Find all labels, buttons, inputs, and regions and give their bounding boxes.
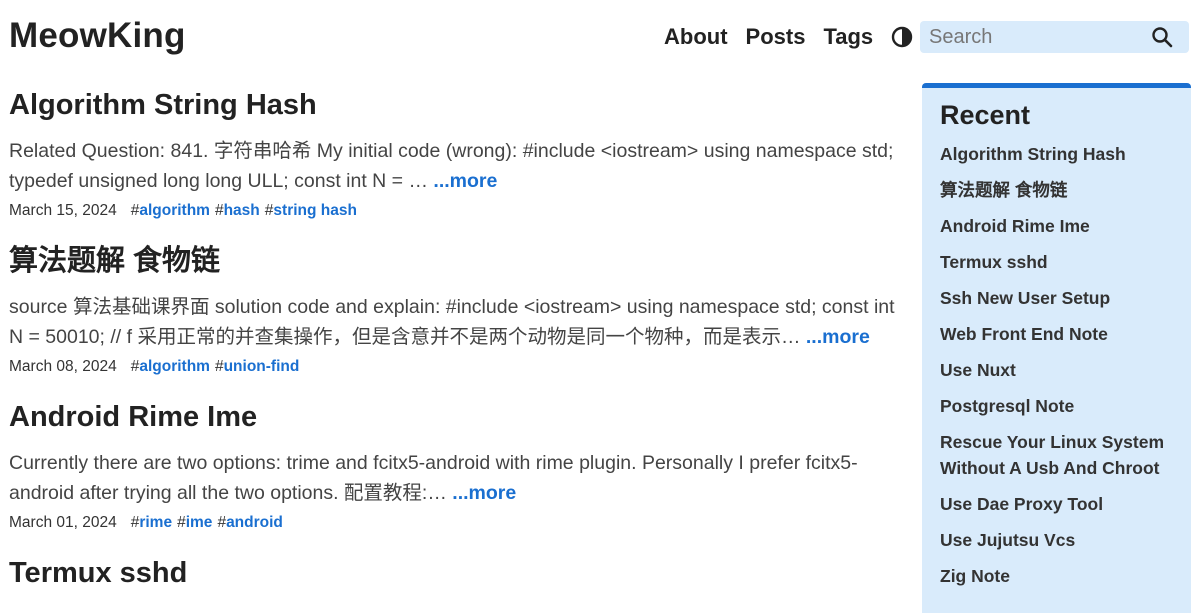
tag-link[interactable]: rime: [139, 514, 172, 531]
post-meta: March 15, 2024 #algorithm #hash #string …: [9, 202, 914, 220]
read-more-link[interactable]: ...more: [433, 170, 497, 192]
tag: #ime: [177, 514, 213, 531]
post-item: Termux sshd: [9, 556, 914, 590]
recent-item[interactable]: Rescue Your Linux System Without A Usb A…: [940, 429, 1173, 481]
nav-tags[interactable]: Tags: [823, 24, 873, 50]
tag: #android: [217, 514, 283, 531]
tag-link[interactable]: algorithm: [139, 358, 210, 375]
nav-about[interactable]: About: [664, 24, 728, 50]
post-summary: Currently there are two options: trime a…: [9, 448, 914, 508]
tag-link[interactable]: algorithm: [139, 202, 210, 219]
post-title[interactable]: Android Rime Ime: [9, 400, 914, 434]
recent-list: Algorithm String Hash 算法题解 食物链 Android R…: [940, 141, 1173, 589]
nav-posts[interactable]: Posts: [746, 24, 806, 50]
post-summary: Related Question: 841. 字符串哈希 My initial …: [9, 136, 914, 196]
recent-item[interactable]: Android Rime Ime: [940, 213, 1173, 239]
post-summary: source 算法基础课界面 solution code and explain…: [9, 292, 914, 352]
post-title[interactable]: 算法题解 食物链: [9, 244, 914, 278]
post-list: Algorithm String Hash Related Question: …: [9, 88, 914, 614]
post-meta: March 01, 2024 #rime #ime #android: [9, 514, 914, 532]
recent-item[interactable]: Zig Note: [940, 563, 1173, 589]
post-item: 算法题解 食物链 source 算法基础课界面 solution code an…: [9, 244, 914, 376]
read-more-link[interactable]: ...more: [452, 482, 516, 504]
post-meta: March 08, 2024 #algorithm #union-find: [9, 358, 914, 376]
tag-link[interactable]: union-find: [224, 358, 300, 375]
search-input[interactable]: [920, 22, 1149, 52]
recent-item[interactable]: Ssh New User Setup: [940, 285, 1173, 311]
tag-link[interactable]: ime: [186, 514, 213, 531]
post-item: Android Rime Ime Currently there are two…: [9, 400, 914, 532]
tag: #algorithm: [130, 202, 210, 219]
tag: #union-find: [214, 358, 300, 375]
search-icon[interactable]: [1151, 26, 1173, 48]
top-nav: About Posts Tags: [664, 24, 913, 50]
tag: #string hash: [264, 202, 357, 219]
post-summary-text: source 算法基础课界面 solution code and explain…: [9, 296, 895, 348]
recent-item[interactable]: Termux sshd: [940, 249, 1173, 275]
tag: #rime: [130, 514, 173, 531]
post-summary-text: Currently there are two options: trime a…: [9, 452, 858, 504]
post-date: March 15, 2024: [9, 202, 117, 219]
post-title[interactable]: Algorithm String Hash: [9, 88, 914, 122]
recent-item[interactable]: Use Nuxt: [940, 357, 1173, 383]
recent-item[interactable]: Use Dae Proxy Tool: [940, 491, 1173, 517]
search-box: [920, 21, 1189, 53]
site-title[interactable]: MeowKing: [9, 16, 186, 56]
post-date: March 01, 2024: [9, 514, 117, 531]
recent-item[interactable]: Use Jujutsu Vcs: [940, 527, 1173, 553]
recent-item[interactable]: Algorithm String Hash: [940, 141, 1173, 167]
tag: #hash: [214, 202, 260, 219]
read-more-link[interactable]: ...more: [806, 326, 870, 348]
recent-item[interactable]: Postgresql Note: [940, 393, 1173, 419]
recent-item[interactable]: 算法题解 食物链: [940, 177, 1173, 203]
tag-link[interactable]: string hash: [273, 202, 357, 219]
recent-item[interactable]: Web Front End Note: [940, 321, 1173, 347]
tag-link[interactable]: android: [226, 514, 283, 531]
theme-toggle-icon[interactable]: [891, 26, 913, 48]
recent-sidebar: Recent Algorithm String Hash 算法题解 食物链 An…: [922, 83, 1191, 613]
post-title[interactable]: Termux sshd: [9, 556, 914, 590]
post-date: March 08, 2024: [9, 358, 117, 375]
tag-link[interactable]: hash: [224, 202, 260, 219]
sidebar-heading: Recent: [940, 100, 1031, 130]
post-item: Algorithm String Hash Related Question: …: [9, 88, 914, 220]
tag: #algorithm: [130, 358, 210, 375]
